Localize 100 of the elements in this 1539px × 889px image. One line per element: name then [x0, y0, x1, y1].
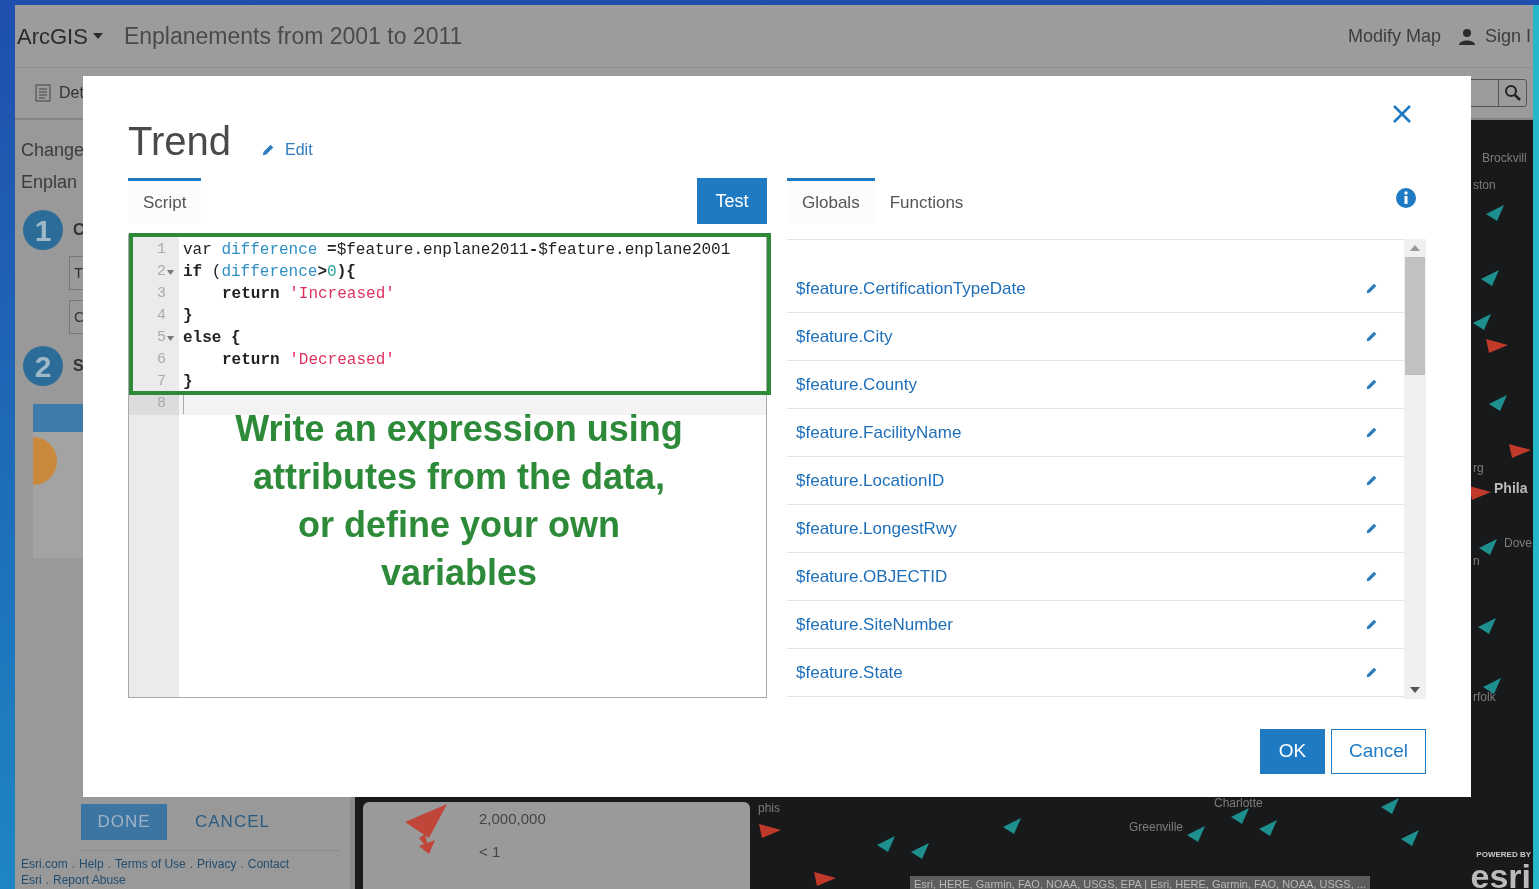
global-name: $feature.County	[796, 373, 917, 396]
map-label: Dove	[1504, 536, 1532, 550]
panel-text: Enplan	[21, 171, 78, 194]
plane-icon	[1483, 678, 1501, 694]
edit-link[interactable]: Edit	[261, 138, 313, 164]
cancel-button[interactable]: CANCEL	[195, 809, 270, 835]
user-icon	[1458, 27, 1475, 45]
global-row[interactable]: $feature.LongestRwy	[787, 505, 1404, 553]
global-name: $feature.OBJECTID	[796, 565, 948, 588]
global-row[interactable]: $feature.OBJECTID	[787, 553, 1404, 601]
info-icon[interactable]	[1396, 188, 1416, 208]
map-label: Greenville	[1129, 820, 1184, 834]
app-menu-button[interactable]: ArcGIS	[17, 19, 104, 53]
plane-icon	[1231, 808, 1249, 824]
powered-by-text: POWERED BY	[1476, 850, 1531, 860]
code-text: }	[182, 306, 193, 327]
line-number: 5	[157, 328, 166, 348]
plane-icon	[1481, 270, 1499, 286]
global-row[interactable]: $feature.CertificationTypeDate	[787, 265, 1404, 313]
plane-icon	[1479, 539, 1497, 555]
plane-icon	[1478, 618, 1496, 634]
plane-icon	[911, 843, 929, 859]
line-number: 2	[157, 262, 166, 282]
panel-text: Change	[21, 139, 85, 162]
sign-in-link[interactable]: Sign I	[1484, 22, 1531, 50]
details-button[interactable]: Det	[35, 81, 84, 105]
line-number: 4	[157, 306, 166, 326]
code-text: }	[182, 372, 193, 393]
footer-link[interactable]: Esri	[21, 872, 42, 888]
pencil-icon	[1365, 570, 1378, 583]
global-row[interactable]: $feature.State	[787, 649, 1404, 697]
pencil-icon	[1365, 426, 1378, 439]
global-row[interactable]: $feature.County	[787, 361, 1404, 409]
global-name: $feature.State	[796, 661, 903, 684]
step-label: C	[73, 220, 85, 240]
pencil-icon	[1365, 378, 1378, 391]
map-label: ston	[1473, 178, 1496, 192]
global-row[interactable]: $feature.LocationID	[787, 457, 1404, 505]
legend-value: < 1	[479, 841, 502, 862]
modify-map-link[interactable]: Modify Map	[1347, 22, 1441, 50]
global-name: $feature.SiteNumber	[796, 613, 953, 636]
map-label: n	[1473, 554, 1480, 568]
global-row[interactable]: $feature.SiteNumber	[787, 601, 1404, 649]
step-number: 2	[23, 346, 63, 386]
code-text: return 'Decreased'	[221, 350, 395, 371]
text-cursor	[183, 394, 184, 414]
fold-caret-icon[interactable]	[167, 269, 174, 275]
plane-icon	[1486, 205, 1504, 221]
pie-chart-icon	[33, 437, 59, 485]
cancel-button[interactable]: Cancel	[1331, 729, 1426, 774]
tab[interactable]: Functions	[874, 178, 979, 224]
down-arrow-icon[interactable]	[1410, 687, 1420, 693]
plane-icon	[1509, 444, 1531, 458]
footer-link[interactable]: Esri.com	[21, 856, 68, 872]
footer-link[interactable]: Help	[79, 856, 104, 872]
line-number: 3	[157, 284, 166, 304]
footer-link[interactable]: Privacy	[197, 856, 237, 872]
test-button[interactable]: Test	[697, 178, 767, 224]
plane-icon	[1486, 339, 1508, 353]
map-title: Enplanements from 2001 to 2011	[123, 21, 463, 51]
ok-button[interactable]: OK	[1260, 729, 1325, 774]
plane-icon	[877, 836, 895, 852]
footer-link[interactable]: Report Abuse	[53, 872, 126, 888]
global-name: $feature.CertificationTypeDate	[796, 277, 1026, 300]
annotation-text: Write an expression using attributes from the data, or define your own variables	[234, 407, 684, 595]
dialog-title: Trend	[128, 118, 231, 164]
map-label: phis	[758, 801, 780, 815]
code-text: return 'Increased'	[221, 284, 395, 305]
global-row[interactable]: $feature.City	[787, 313, 1404, 361]
fold-caret-icon[interactable]	[167, 335, 174, 341]
pencil-icon	[261, 143, 275, 157]
plane-icon	[1187, 826, 1205, 842]
global-name: $feature.City	[796, 325, 893, 348]
scrollbar[interactable]	[1404, 239, 1426, 699]
global-name: $feature.LocationID	[796, 469, 945, 492]
code-text: if (difference>0){	[182, 262, 356, 283]
global-row[interactable]: $feature.FacilityName	[787, 409, 1404, 457]
map-label: Phila	[1494, 481, 1528, 495]
pencil-icon	[1365, 330, 1378, 343]
footer-link[interactable]: Terms of Use	[115, 856, 186, 872]
up-arrow-icon[interactable]	[1410, 245, 1420, 251]
separator-dot: .	[240, 856, 244, 872]
line-number: 7	[157, 372, 166, 392]
plane-icon	[1489, 395, 1507, 411]
map-label: rg	[1473, 461, 1484, 475]
plane-icon	[1469, 486, 1491, 500]
card-header	[33, 404, 83, 432]
document-icon	[35, 84, 51, 102]
plane-icon	[1473, 314, 1491, 330]
map-label: Charlotte	[1214, 796, 1263, 810]
map-label: Brockvill	[1482, 151, 1527, 165]
plane-icon	[814, 872, 836, 886]
code-text: else {	[182, 328, 241, 349]
code-text: var difference =$feature.enplane2011-$feature.enplane2001	[182, 240, 731, 261]
map-label: rfolk	[1473, 690, 1496, 704]
close-icon	[1392, 104, 1412, 124]
scrollbar-thumb[interactable]	[1405, 257, 1425, 375]
footer-link[interactable]: Contact	[247, 856, 290, 872]
plane-icon	[759, 824, 781, 838]
line-number: 6	[157, 350, 166, 370]
